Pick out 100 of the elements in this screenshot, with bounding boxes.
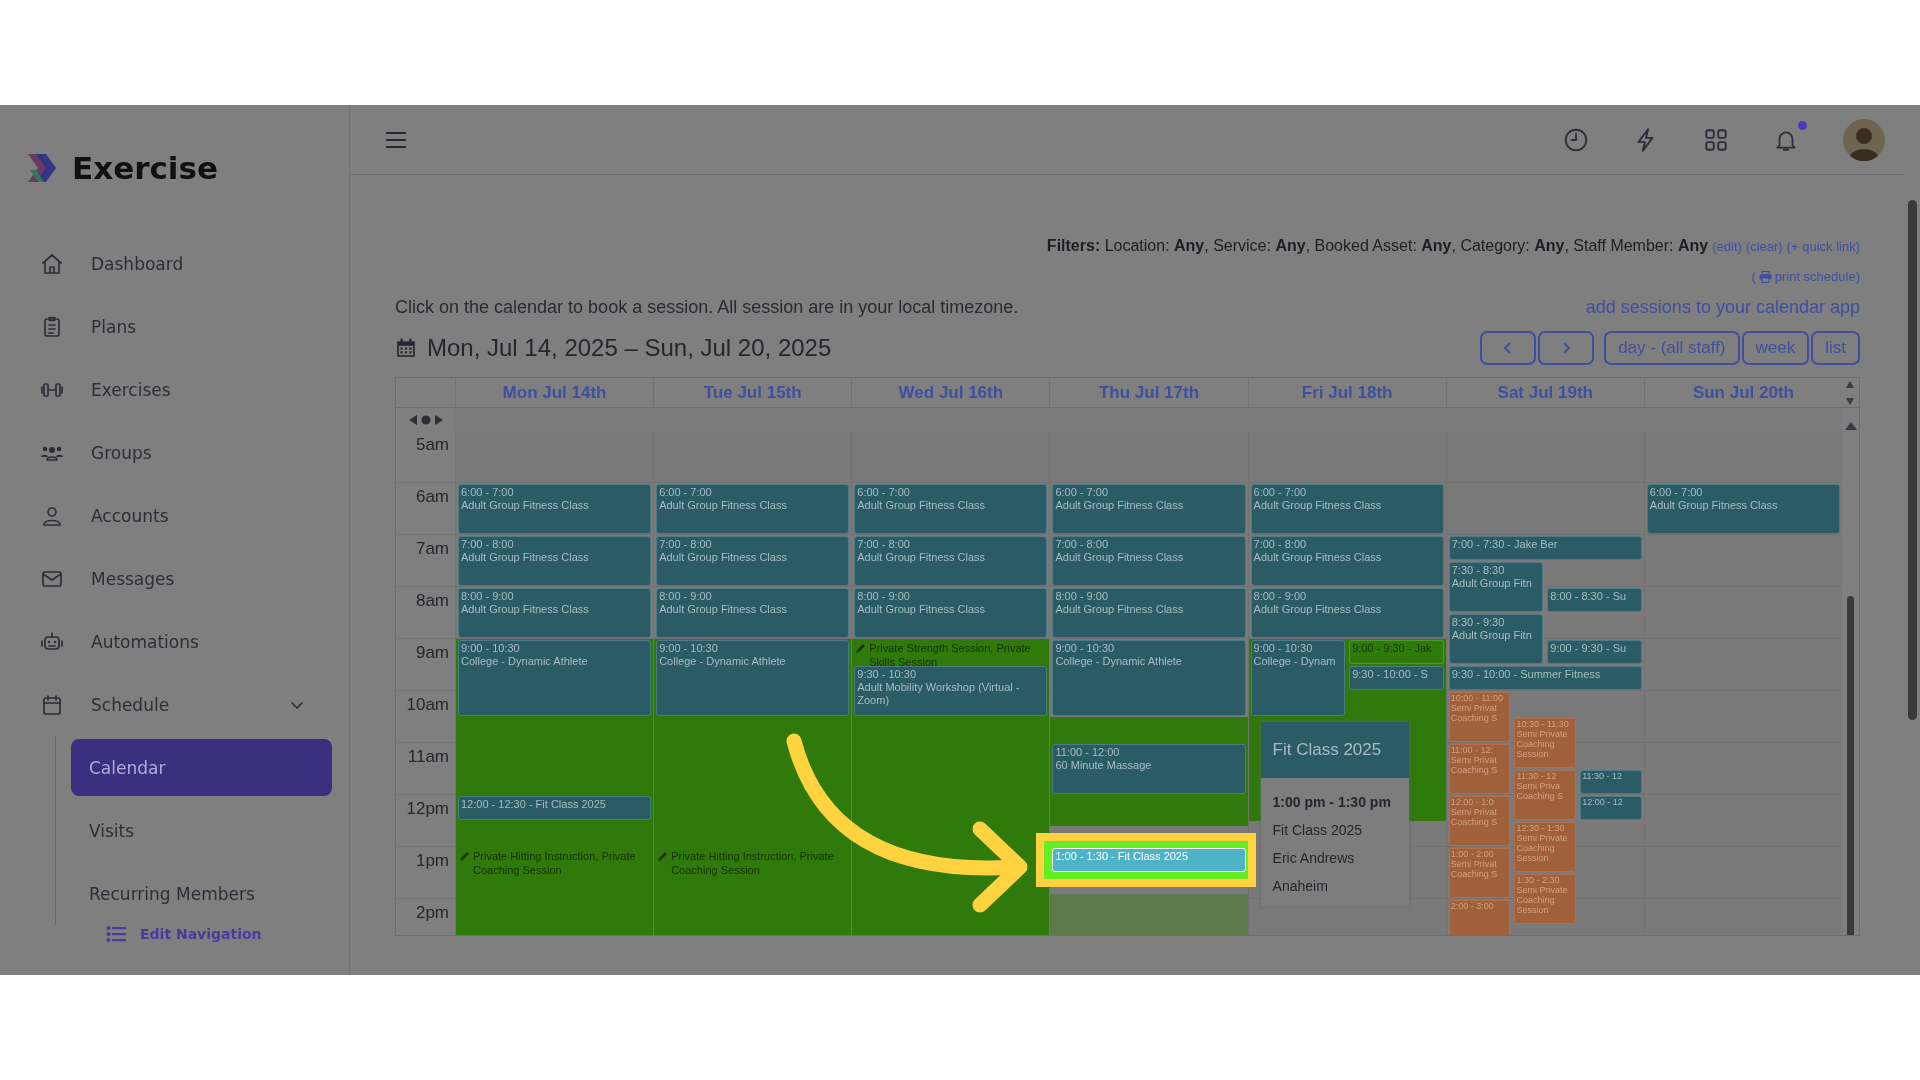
event-time: 8:00 - 9:00 (1253, 590, 1308, 603)
time-label: 11am (407, 747, 449, 767)
event-time: 12:30 - 1:30 (1516, 823, 1566, 833)
sidebar-item[interactable]: Visits (71, 802, 332, 859)
event-time: 11:00 - 12: (1450, 745, 1495, 755)
calendar-event[interactable]: 8:00 - 9:00 Adult Group Fitness Class (656, 588, 850, 638)
calendar-event[interactable]: 9:30 - 10:00 - S (1349, 666, 1444, 690)
event-time: 6:00 - 7:00 (461, 486, 515, 499)
calendar-event[interactable]: 12:30 - 1:30 Semi Private Coaching Session (1514, 822, 1577, 872)
popover-text: Fit Class 2025 (1272, 822, 1364, 838)
calendar-event[interactable]: 8:00 - 9:00 Adult Group Fitness Class (458, 588, 652, 638)
event-time: 8:00 - 9:00 (659, 590, 713, 603)
calendar-event[interactable]: 6:00 - 7:00 Adult Group Fitness Class (458, 484, 652, 534)
calendar-event[interactable]: 7:00 - 7:30 - Jake Ber (1448, 536, 1642, 560)
time-label: 1pm (415, 851, 449, 871)
calendar-event[interactable]: 7:00 - 8:00 Adult Group Fitness Class (854, 536, 1048, 586)
sidebar-item[interactable]: Messages (0, 547, 349, 610)
day-navigation-icon[interactable] (407, 413, 444, 426)
calendar-event[interactable]: 8:00 - 9:00 Adult Group Fitness Class (854, 588, 1048, 638)
apps-grid-icon[interactable] (1703, 126, 1729, 153)
calendar-event[interactable]: 7:00 - 8:00 Adult Group Fitness Class (458, 536, 652, 586)
sidebar-item[interactable]: Schedule (0, 673, 349, 736)
calendar-event[interactable]: 7:00 - 8:00 Adult Group Fitness Class (1052, 536, 1246, 586)
calendar-event[interactable]: 6:00 - 7:00 Adult Group Fitness Class (854, 484, 1048, 534)
event-time: 9:30 - 10:30 (857, 668, 917, 681)
sidebar-item[interactable]: Exercises (0, 358, 349, 421)
instructions-text: Click on the calendar to book a session. All session are in your local timezone. (395, 297, 1019, 318)
calendar-event[interactable]: 9:00 - 10:30 College - Dynamic Athlete (656, 640, 850, 716)
day-header: Sun Jul 20th (1643, 378, 1842, 407)
previous-button[interactable] (1480, 331, 1537, 365)
edit-navigation-link[interactable]: Edit Navigation (106, 925, 262, 943)
availability-block[interactable]: Private Hitting Instruction, Private Coaching Session (456, 847, 654, 935)
event-time: 7:00 - 8:00 (1055, 538, 1109, 551)
event-title: Adult Group Fitness Class (1253, 551, 1383, 564)
calendar-event[interactable]: 7:30 - 8:30 Adult Group Fitn (1448, 562, 1544, 612)
calendar-event[interactable]: 6:00 - 7:00 Adult Group Fitness Class (1052, 484, 1246, 534)
time-label: 6am (415, 487, 449, 507)
event-time: 1:30 - 2:30 (1516, 875, 1561, 885)
calendar-event[interactable]: 8:30 - 9:30 Adult Group Fitn (1448, 614, 1544, 664)
day-header: Mon Jul 14th (455, 378, 654, 407)
calendar-event[interactable]: 9:00 - 10:30 College - Dynam (1250, 640, 1346, 716)
calendar-event[interactable]: 11:30 - 12 (1580, 770, 1642, 794)
calendar-event[interactable]: 9:00 - 10:30 College - Dynamic Athlete (458, 640, 652, 716)
calendar-event[interactable]: 11:00 - 12:00 60 Minute Massage (1052, 744, 1246, 794)
event-time: 7:00 - 8:00 (857, 538, 911, 551)
sidebar-item[interactable]: Groups (0, 421, 349, 484)
availability-block[interactable]: Private Hitting Instruction, Private Coaching Session (654, 847, 852, 935)
event-time: 12:00 - 12 (1582, 797, 1624, 807)
event-title: Adult Group Fitness Class (659, 603, 788, 616)
calendar-event[interactable]: 6:00 - 7:00 Adult Group Fitness Class (1646, 484, 1840, 534)
calendar-event[interactable]: 1:30 - 2:30 Semi Private Coaching Session (1514, 874, 1577, 924)
calendar-event[interactable]: 9:00 - 10:30 College - Dynamic Athlete (1052, 640, 1246, 716)
calendar-event[interactable]: 9:00 - 9:30 - Su (1547, 640, 1642, 664)
calendar-event[interactable]: 1:00 - 2:00 Semi Privat Coaching S (1448, 848, 1511, 898)
calendar-event[interactable]: 8:00 - 9:00 Adult Group Fitness Class (1250, 588, 1444, 638)
next-button[interactable] (1538, 331, 1595, 365)
calendar-icon (395, 337, 417, 359)
home-icon (40, 251, 64, 276)
calendar-event[interactable]: 6:00 - 7:00 Adult Group Fitness Class (656, 484, 850, 534)
event-title: Adult Group Fitness Class (659, 499, 788, 512)
sidebar-item[interactable]: Recurring Members (71, 865, 332, 922)
calendar-event[interactable]: 2:00 - 3:00 (1448, 900, 1511, 935)
calendar-event[interactable]: 9:30 - 10:30 Adult Mobility Workshop (Virtual - Zoom) (854, 666, 1048, 716)
event-title: Adult Group Fitness Class (1253, 499, 1383, 512)
calendar-event[interactable]: 12:00 - 1:0 Semi Privat Coaching S (1448, 796, 1511, 846)
sidebar-item[interactable]: Calendar (71, 739, 332, 796)
time-label: 2pm (415, 903, 449, 923)
scrollbar-thumb[interactable] (1847, 596, 1854, 935)
calendar-event[interactable]: 12:00 - 12 (1580, 796, 1642, 820)
calendar-event[interactable]: 7:00 - 8:00 Adult Group Fitness Class (1250, 536, 1444, 586)
calendar-event[interactable]: 11:00 - 12: Semi Privat Coaching S (1448, 744, 1511, 794)
calendar-event[interactable]: 8:00 - 8:30 - Su (1547, 588, 1642, 612)
scrollbar-thumb[interactable] (1908, 200, 1917, 720)
calendar-event[interactable]: 7:00 - 8:00 Adult Group Fitness Class (656, 536, 850, 586)
event-title: Semi Privat Coaching S (1450, 807, 1499, 827)
calendar-event[interactable]: 9:30 - 10:00 - Summer Fitness (1448, 666, 1642, 690)
sidebar-item[interactable]: Automations (0, 610, 349, 673)
pencil-icon (459, 850, 470, 861)
calendar-event[interactable]: 10:00 - 11:00 Semi Privat Coaching S (1448, 692, 1511, 742)
popover-text: Anaheim (1272, 878, 1329, 894)
app-name: Exercise (72, 150, 218, 186)
calendar-event[interactable]: 12:00 - 12:30 - Fit Class 2025 (458, 796, 652, 820)
clock-icon[interactable] (1563, 126, 1589, 153)
calendar-event[interactable]: 8:00 - 9:00 Adult Group Fitness Class (1052, 588, 1246, 638)
printer-icon (1758, 270, 1772, 283)
time-label: 9am (415, 643, 449, 663)
calendar-event[interactable]: 10:30 - 11:30 Semi Private Coaching Session (1514, 718, 1577, 768)
calendar-event[interactable]: 1:00 - 1:30 - Fit Class 2025 (1052, 848, 1246, 872)
event-title: College - Dynamic Athlete (659, 655, 787, 668)
calendar-event[interactable]: 6:00 - 7:00 Adult Group Fitness Class (1250, 484, 1444, 534)
day-header: Sat Jul 19th (1445, 378, 1644, 407)
event-title: Semi Private Coaching Session (1516, 729, 1569, 759)
sidebar-item[interactable]: Dashboard (0, 232, 349, 295)
avatar[interactable] (1843, 118, 1885, 161)
calendar-event[interactable]: 9:00 - 9:30 - Jak (1349, 640, 1444, 664)
day-header: Thu Jul 17th (1049, 378, 1248, 407)
calendar-scrollbar[interactable] (1842, 431, 1859, 935)
sidebar-item[interactable]: Plans (0, 295, 349, 358)
sidebar-item[interactable]: Accounts (0, 484, 349, 547)
event-time: 7:00 - 8:00 (461, 538, 515, 551)
